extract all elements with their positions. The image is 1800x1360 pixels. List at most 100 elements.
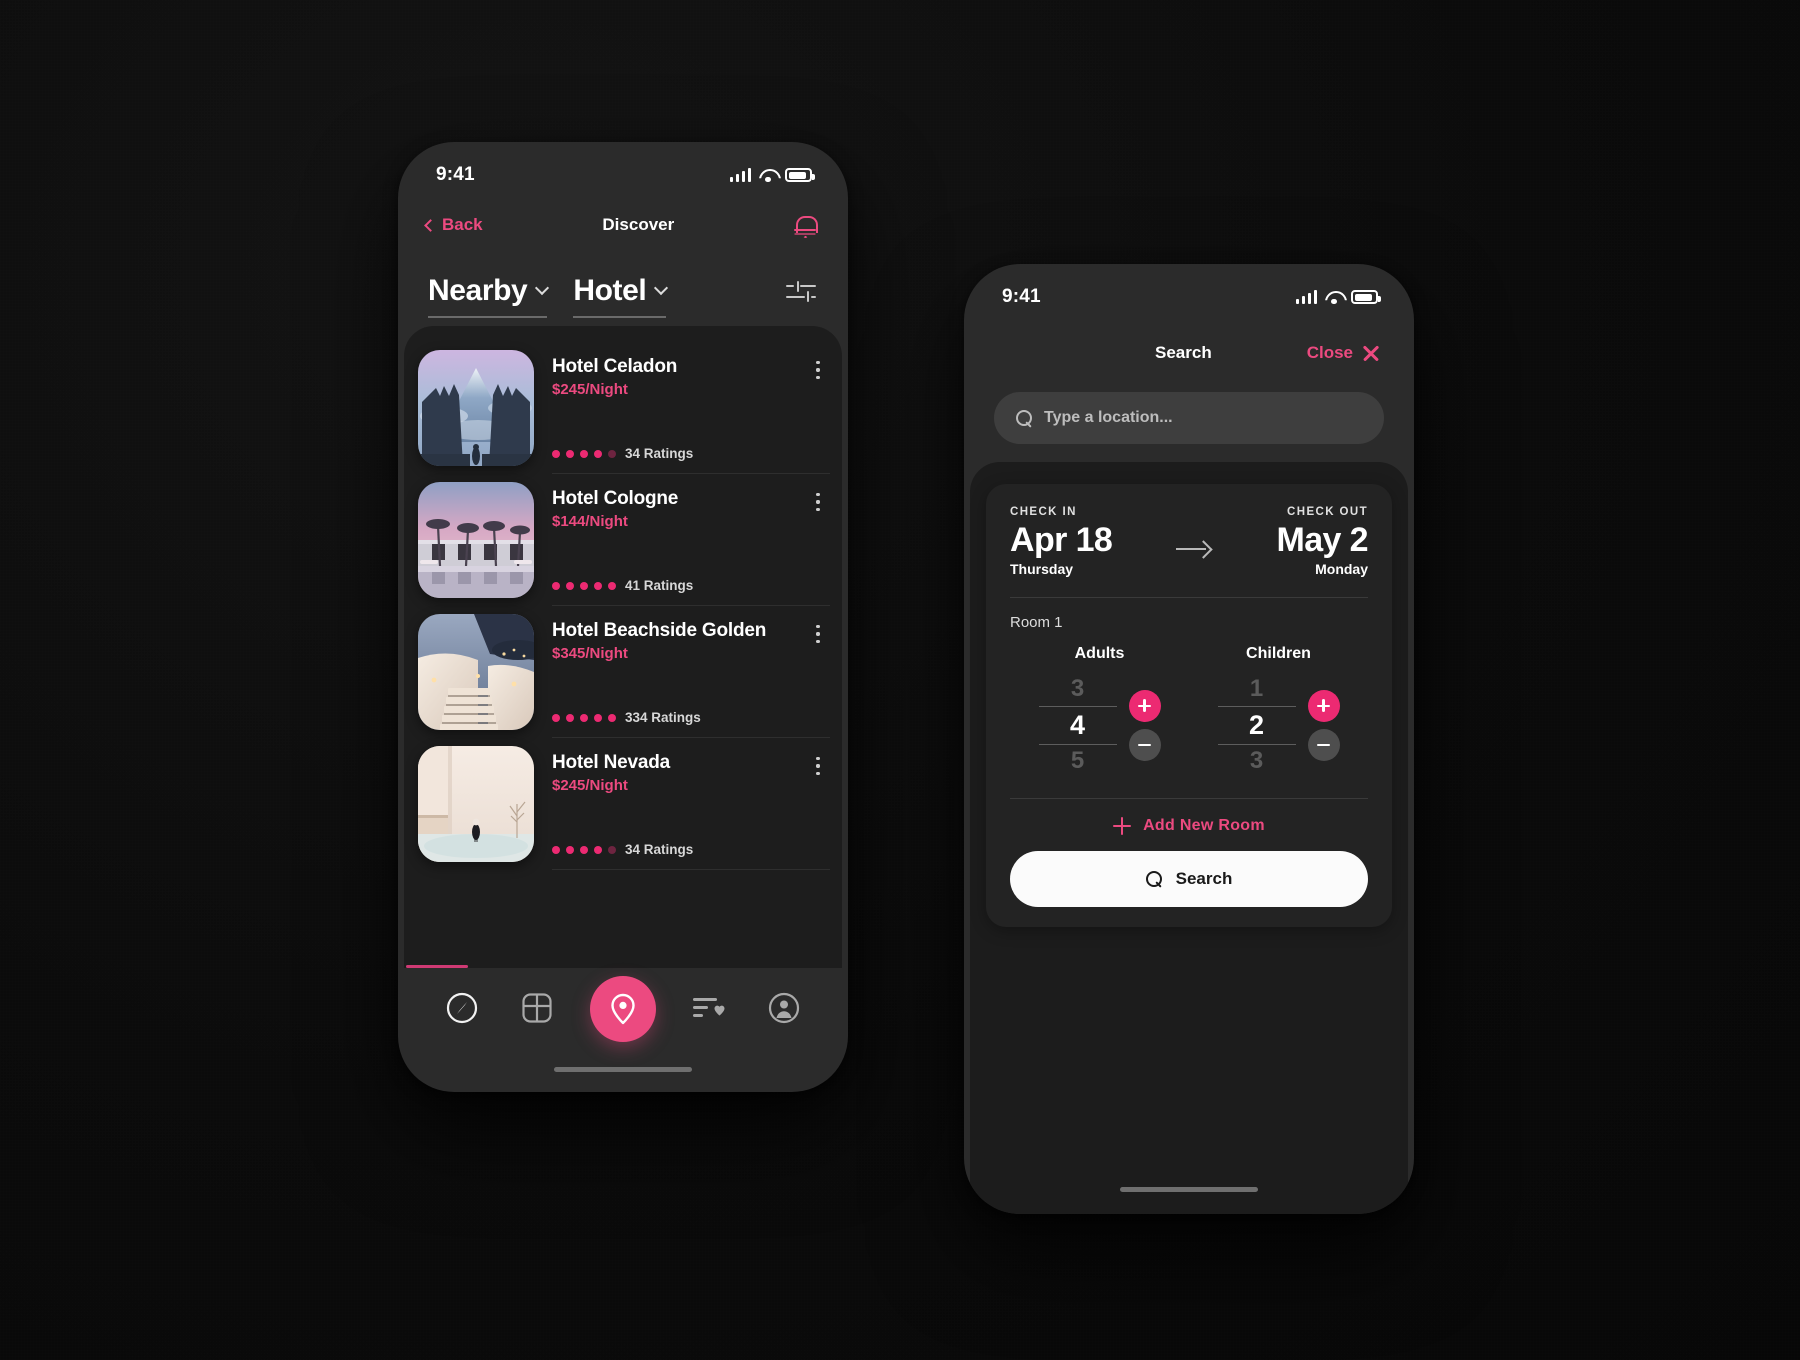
wifi-icon bbox=[1325, 290, 1343, 304]
status-icons bbox=[1295, 290, 1381, 304]
hotel-rating: 41 Ratings bbox=[552, 578, 830, 593]
hotel-price: $245/Night bbox=[552, 777, 628, 795]
hotel-rating: 34 Ratings bbox=[552, 446, 830, 461]
kebab-menu-icon[interactable] bbox=[816, 488, 820, 512]
hotel-rating: 34 Ratings bbox=[552, 842, 830, 857]
close-x-icon bbox=[1362, 344, 1380, 362]
close-button-label: Close bbox=[1306, 343, 1353, 362]
check-in-block[interactable]: CHECK IN Apr 18 Thursday bbox=[1010, 506, 1113, 578]
children-value: 2 bbox=[1248, 710, 1265, 741]
grid-icon[interactable] bbox=[515, 986, 559, 1030]
check-out-block[interactable]: CHECK OUT May 2 Monday bbox=[1277, 506, 1369, 577]
hotel-info: Hotel Celadon $245/Night 34 Ratings bbox=[552, 350, 830, 474]
arrow-right-icon bbox=[1176, 539, 1212, 559]
children-label: Children bbox=[1246, 645, 1311, 663]
divider bbox=[1010, 797, 1368, 799]
status-bar: 9:41 bbox=[398, 142, 848, 198]
date-range: CHECK IN Apr 18 Thursday CHECK OUT May 2… bbox=[1010, 506, 1369, 578]
hotel-info: Hotel Cologne $144/Night 41 Ratings bbox=[552, 482, 830, 606]
status-clock: 9:41 bbox=[436, 164, 475, 185]
battery-icon bbox=[785, 168, 815, 182]
sliders-icon[interactable] bbox=[786, 280, 816, 306]
children-prev-value[interactable]: 1 bbox=[1250, 673, 1263, 705]
navigation-bar: Back Discover bbox=[398, 198, 848, 246]
phone-search: 9:41 Search Close Type a location... CHE… bbox=[964, 264, 1414, 1214]
adults-value: 4 bbox=[1069, 710, 1086, 741]
children-increment-button[interactable] bbox=[1307, 689, 1340, 722]
minimal-white-interior-thumb bbox=[418, 746, 534, 862]
bali-temple-gate-thumb bbox=[418, 350, 534, 466]
check-out-day: Monday bbox=[1315, 561, 1368, 578]
battery-icon bbox=[1351, 290, 1381, 304]
home-indicator bbox=[1120, 1187, 1258, 1192]
hotel-price: $345/Night bbox=[552, 645, 628, 663]
chevron-down-icon bbox=[654, 280, 669, 296]
search-button[interactable]: Search bbox=[1010, 850, 1368, 907]
check-out-date: May 2 bbox=[1276, 521, 1369, 559]
discover-screen: 9:41 Back Discover Nearby Hotel Hotel Ce… bbox=[398, 142, 848, 1092]
filter-nearby[interactable]: Nearby bbox=[428, 274, 550, 318]
cellular-bars-icon bbox=[1295, 290, 1317, 304]
adults-next-value[interactable]: 5 bbox=[1071, 745, 1084, 777]
hotel-price: $144/Night bbox=[552, 513, 628, 531]
user-circle-icon[interactable] bbox=[762, 986, 806, 1030]
search-icon bbox=[1016, 410, 1032, 426]
back-button[interactable]: Back bbox=[424, 215, 483, 235]
rating-dots bbox=[552, 581, 616, 590]
page-title: Search bbox=[1155, 343, 1212, 362]
rating-dots bbox=[552, 449, 616, 458]
divider bbox=[1010, 597, 1368, 599]
location-pin-icon[interactable] bbox=[589, 976, 656, 1042]
filter-hotel[interactable]: Hotel bbox=[573, 274, 669, 318]
hotel-list-item[interactable]: Hotel Beachside Golden $345/Night 334 Ra… bbox=[418, 606, 830, 738]
kebab-menu-icon[interactable] bbox=[816, 356, 820, 380]
adults-decrement-button[interactable] bbox=[1128, 728, 1161, 761]
check-in-label: CHECK IN bbox=[1010, 506, 1077, 518]
hotel-name: Hotel Cologne bbox=[552, 488, 679, 509]
wifi-icon bbox=[759, 168, 777, 182]
search-icon bbox=[1145, 870, 1162, 887]
adults-increment-button[interactable] bbox=[1128, 689, 1161, 722]
compass-icon[interactable] bbox=[440, 986, 484, 1030]
list-heart-icon[interactable] bbox=[687, 986, 731, 1030]
close-button[interactable]: Close bbox=[1307, 343, 1380, 363]
add-new-room-button[interactable]: Add New Room bbox=[1010, 816, 1368, 835]
palm-resort-dusk-thumb bbox=[418, 482, 534, 598]
hotel-list-item[interactable]: Hotel Cologne $144/Night 41 Ratings bbox=[418, 474, 830, 606]
search-input[interactable]: Type a location... bbox=[994, 392, 1384, 444]
children-decrement-button[interactable] bbox=[1307, 728, 1340, 761]
adults-label: Adults bbox=[1074, 645, 1125, 663]
bottom-tab-bar bbox=[398, 968, 848, 1092]
guest-counters: Adults 3 4 5 Children 1 2 3 bbox=[1010, 645, 1368, 777]
search-panel: CHECK IN Apr 18 Thursday CHECK OUT May 2… bbox=[970, 462, 1408, 1214]
hotel-list-item[interactable]: Hotel Celadon $245/Night 34 Ratings bbox=[418, 342, 830, 474]
hotel-list-item[interactable]: Hotel Nevada $245/Night 34 Ratings bbox=[418, 738, 830, 870]
background-texture bbox=[0, 0, 1800, 1360]
cellular-bars-icon bbox=[729, 168, 751, 182]
navigation-bar: Search Close bbox=[964, 320, 1414, 372]
search-screen: 9:41 Search Close Type a location... CHE… bbox=[964, 264, 1414, 1214]
bell-icon[interactable] bbox=[794, 213, 818, 238]
search-input-placeholder: Type a location... bbox=[1044, 409, 1173, 426]
check-in-day: Thursday bbox=[1010, 561, 1074, 578]
rating-count: 41 Ratings bbox=[625, 578, 694, 593]
adults-prev-value[interactable]: 3 bbox=[1071, 673, 1084, 705]
hotel-info: Hotel Beachside Golden $345/Night 334 Ra… bbox=[552, 614, 830, 738]
chevron-left-icon bbox=[424, 218, 437, 232]
status-clock: 9:41 bbox=[1002, 286, 1041, 307]
back-button-label: Back bbox=[442, 215, 483, 234]
check-out-label: CHECK OUT bbox=[1287, 506, 1368, 518]
hotel-list[interactable]: Hotel Celadon $245/Night 34 Ratings Hote… bbox=[404, 326, 842, 968]
kebab-menu-icon[interactable] bbox=[816, 752, 820, 776]
status-icons bbox=[729, 168, 815, 182]
rating-dots bbox=[552, 713, 616, 722]
adults-stepper[interactable]: 3 4 5 bbox=[1038, 673, 1117, 777]
rating-dots bbox=[552, 845, 616, 854]
kebab-menu-icon[interactable] bbox=[816, 620, 820, 644]
rating-count: 334 Ratings bbox=[625, 710, 701, 725]
plus-icon bbox=[1113, 816, 1132, 835]
home-indicator bbox=[554, 1067, 692, 1072]
children-next-value[interactable]: 3 bbox=[1250, 745, 1263, 777]
rating-count: 34 Ratings bbox=[625, 842, 694, 857]
children-stepper[interactable]: 1 2 3 bbox=[1217, 673, 1296, 777]
